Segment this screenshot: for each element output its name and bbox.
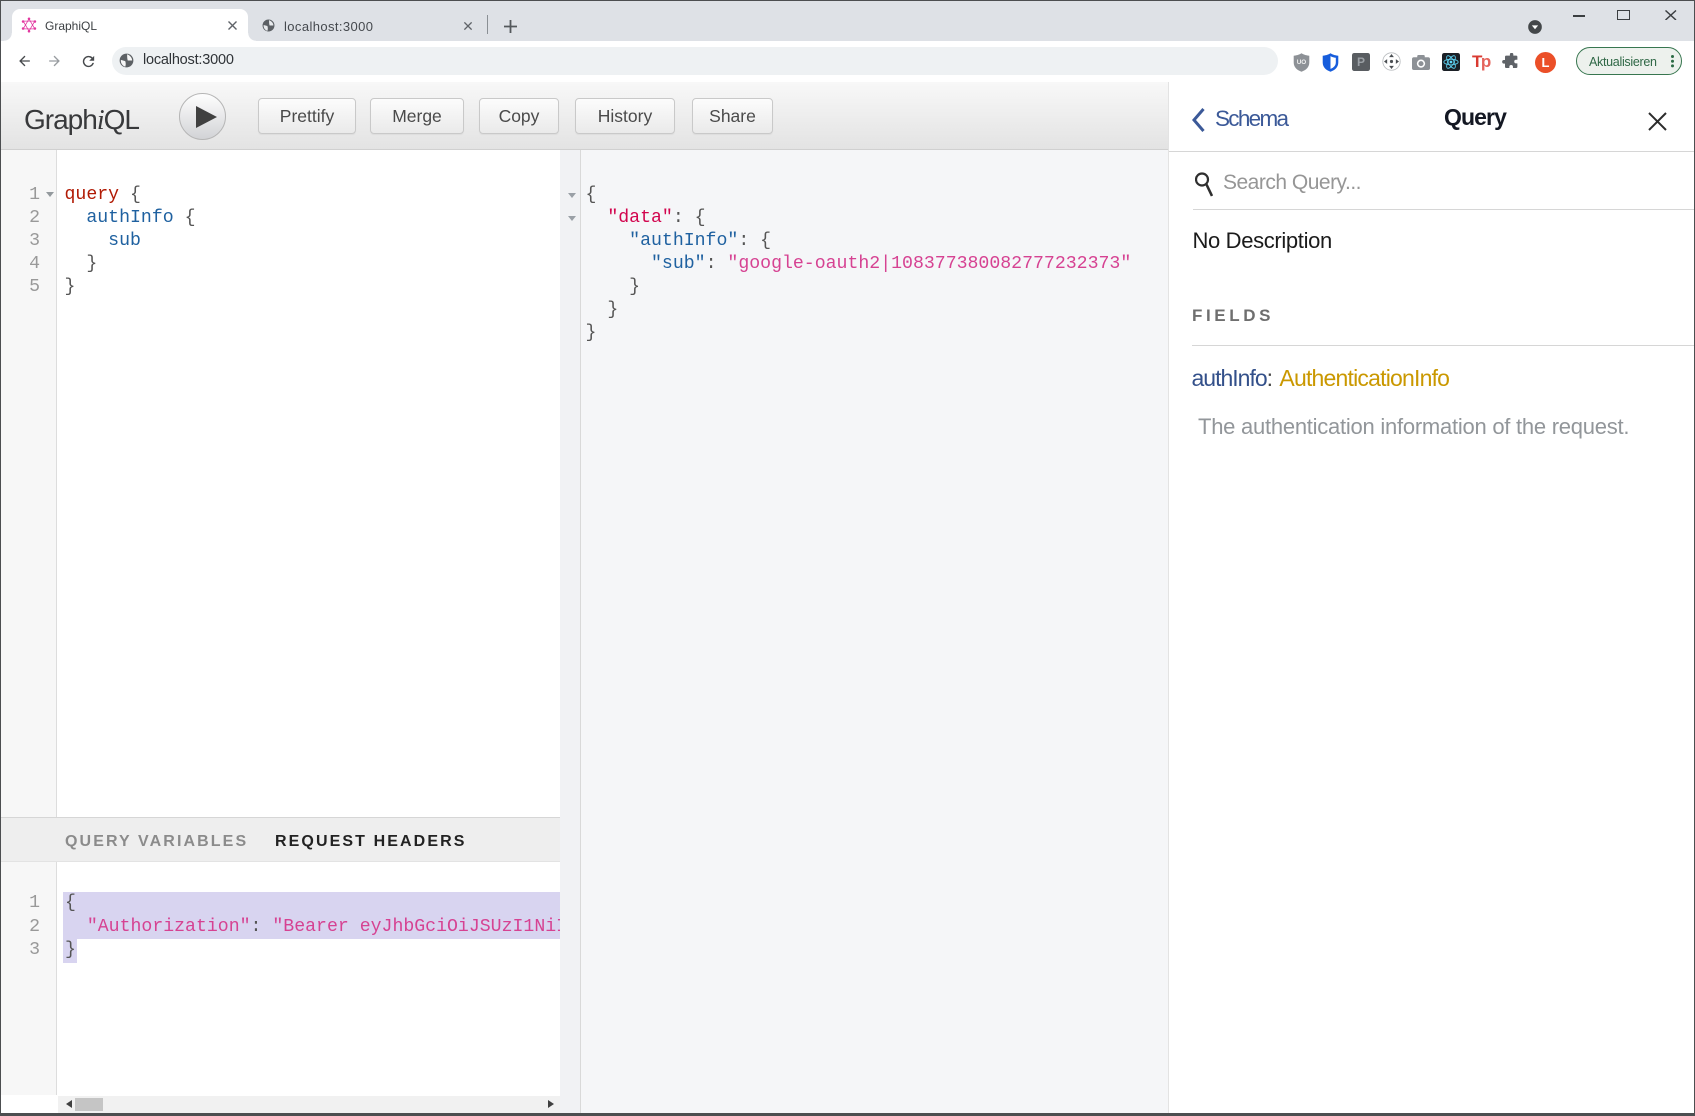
svg-text:UO: UO <box>1297 59 1307 66</box>
svg-text:P: P <box>1357 55 1365 69</box>
